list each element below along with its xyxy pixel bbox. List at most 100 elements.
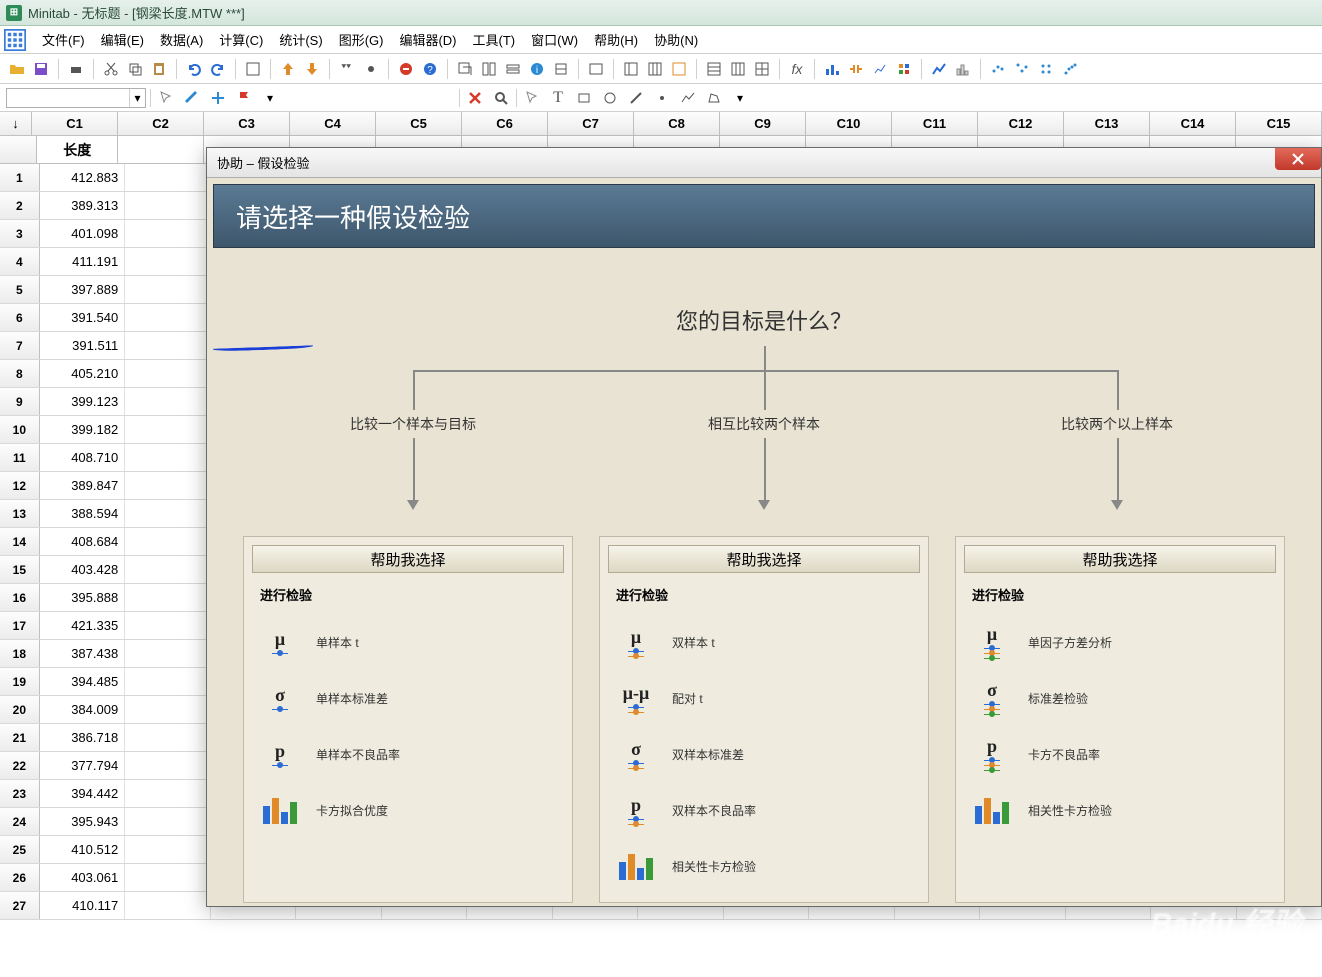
data-cell[interactable]: 394.442: [40, 780, 125, 807]
test-option[interactable]: 相关性卡方检验: [964, 782, 1276, 838]
nav2-icon[interactable]: [620, 58, 642, 80]
column-header[interactable]: C8: [634, 112, 720, 135]
copy-icon[interactable]: [124, 58, 146, 80]
scatter2-icon[interactable]: [1011, 58, 1033, 80]
data-cell[interactable]: [125, 808, 210, 835]
data-cell[interactable]: [125, 444, 210, 471]
data-cell[interactable]: [125, 668, 210, 695]
stat2-icon[interactable]: [845, 58, 867, 80]
column-header[interactable]: C10: [806, 112, 892, 135]
grid2-icon[interactable]: [727, 58, 749, 80]
crosshair-icon[interactable]: [207, 87, 229, 109]
row-header[interactable]: 7: [0, 332, 40, 359]
row-header[interactable]: 13: [0, 500, 40, 527]
scatter1-icon[interactable]: [987, 58, 1009, 80]
test-option[interactable]: μ双样本 t: [608, 614, 920, 670]
test-option[interactable]: μ单样本 t: [252, 614, 564, 670]
column-header[interactable]: C7: [548, 112, 634, 135]
data-cell[interactable]: [125, 388, 210, 415]
row-header[interactable]: 2: [0, 192, 40, 219]
data-cell[interactable]: 377.794: [40, 752, 125, 779]
scatter4-icon[interactable]: [1059, 58, 1081, 80]
column-header[interactable]: C4: [290, 112, 376, 135]
row-header[interactable]: 18: [0, 640, 40, 667]
row-header[interactable]: 9: [0, 388, 40, 415]
column-header[interactable]: C5: [376, 112, 462, 135]
line-icon[interactable]: [625, 87, 647, 109]
data-cell[interactable]: [125, 304, 210, 331]
stat3-icon[interactable]: [869, 58, 891, 80]
data-cell[interactable]: [125, 192, 210, 219]
help-choose-button-2[interactable]: 帮助我选择: [608, 545, 920, 573]
row-header[interactable]: 16: [0, 584, 40, 611]
row-header[interactable]: 22: [0, 752, 40, 779]
info-icon[interactable]: i: [526, 58, 548, 80]
chart2-icon[interactable]: [952, 58, 974, 80]
data-cell[interactable]: 410.117: [40, 892, 125, 919]
pointer-icon[interactable]: [155, 87, 177, 109]
delete-icon[interactable]: [464, 87, 486, 109]
column-header[interactable]: C3: [204, 112, 290, 135]
row-header[interactable]: 24: [0, 808, 40, 835]
menu-item[interactable]: 图形(G): [331, 29, 392, 52]
data-cell[interactable]: [125, 752, 210, 779]
polygon-icon[interactable]: [703, 87, 725, 109]
chart1-icon[interactable]: [928, 58, 950, 80]
data-cell[interactable]: 384.009: [40, 696, 125, 723]
menu-item[interactable]: 工具(T): [465, 29, 524, 52]
test-option[interactable]: σ双样本标准差: [608, 726, 920, 782]
column-header[interactable]: C11: [892, 112, 978, 135]
data-cell[interactable]: [125, 416, 210, 443]
data-cell[interactable]: [125, 276, 210, 303]
data-cell[interactable]: 401.098: [40, 220, 125, 247]
find-icon[interactable]: [336, 58, 358, 80]
polyline-icon[interactable]: [677, 87, 699, 109]
row-header[interactable]: 12: [0, 472, 40, 499]
arrow-down-icon[interactable]: [301, 58, 323, 80]
column-header[interactable]: C2: [118, 112, 204, 135]
row-header[interactable]: 3: [0, 220, 40, 247]
data-cell[interactable]: [125, 724, 210, 751]
scatter3-icon[interactable]: [1035, 58, 1057, 80]
data-cell[interactable]: 388.594: [40, 500, 125, 527]
circle-icon[interactable]: [599, 87, 621, 109]
column-header[interactable]: C9: [720, 112, 806, 135]
data-cell[interactable]: [125, 640, 210, 667]
data-cell[interactable]: [125, 220, 210, 247]
zoom-icon[interactable]: [490, 87, 512, 109]
test-option[interactable]: σ单样本标准差: [252, 670, 564, 726]
menu-item[interactable]: 窗口(W): [523, 29, 586, 52]
data-cell[interactable]: 395.888: [40, 584, 125, 611]
data-cell[interactable]: 408.710: [40, 444, 125, 471]
menu-item[interactable]: 编辑(E): [93, 29, 152, 52]
col1-name[interactable]: 长度: [37, 136, 118, 163]
data-cell[interactable]: 408.684: [40, 528, 125, 555]
dot-icon[interactable]: [651, 87, 673, 109]
row-header[interactable]: 25: [0, 836, 40, 863]
data-cell[interactable]: [125, 612, 210, 639]
name-combo[interactable]: ▾: [6, 88, 146, 108]
column-header[interactable]: C6: [462, 112, 548, 135]
worksheet-icon[interactable]: [4, 29, 26, 51]
row-header[interactable]: 21: [0, 724, 40, 751]
row-header[interactable]: 6: [0, 304, 40, 331]
data-cell[interactable]: [125, 528, 210, 555]
row-header[interactable]: 17: [0, 612, 40, 639]
open-icon[interactable]: [6, 58, 28, 80]
fx-icon[interactable]: fx: [786, 58, 808, 80]
print-icon[interactable]: [65, 58, 87, 80]
column-header[interactable]: C15: [1236, 112, 1322, 135]
row-header[interactable]: 19: [0, 668, 40, 695]
row-header[interactable]: 10: [0, 416, 40, 443]
help-choose-button-3[interactable]: 帮助我选择: [964, 545, 1276, 573]
corner-cell[interactable]: ↓: [0, 112, 32, 135]
data-cell[interactable]: [125, 892, 210, 919]
column-header[interactable]: C1: [32, 112, 118, 135]
new-sheet-icon[interactable]: [242, 58, 264, 80]
data-cell[interactable]: 394.485: [40, 668, 125, 695]
data-cell[interactable]: [125, 696, 210, 723]
test-option[interactable]: μ单因子方差分析: [964, 614, 1276, 670]
test-option[interactable]: 卡方拟合优度: [252, 782, 564, 838]
data-cell[interactable]: 403.428: [40, 556, 125, 583]
menu-item[interactable]: 计算(C): [211, 29, 271, 52]
